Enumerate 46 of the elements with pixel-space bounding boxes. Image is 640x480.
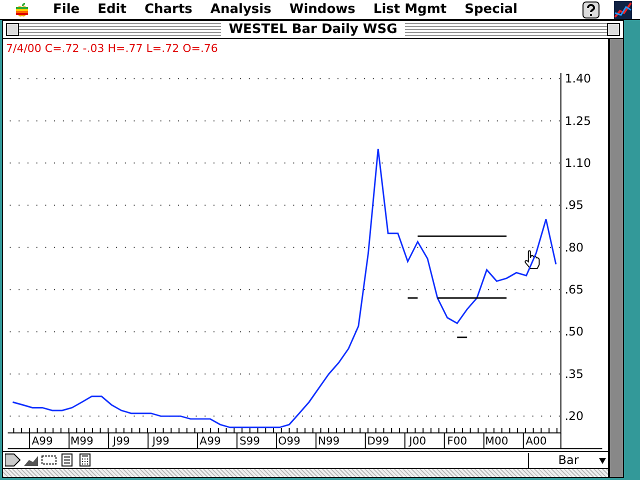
date-label: J99	[152, 434, 170, 448]
menu-item[interactable]: Analysis	[201, 2, 280, 17]
help-icon[interactable]	[582, 0, 600, 18]
axis-label: 1.25	[564, 114, 592, 128]
close-box[interactable]	[6, 23, 19, 36]
selection-icon[interactable]	[41, 453, 57, 468]
date-label: A99	[32, 434, 53, 448]
axis-label: .35	[564, 366, 584, 381]
chart-app-icon[interactable]	[614, 0, 632, 18]
menu-item[interactable]: List Mgmt	[364, 2, 456, 17]
trend-line	[457, 336, 468, 338]
axis-label: .65	[564, 282, 584, 296]
axis-label: 1.40	[564, 71, 592, 86]
tab-icon[interactable]	[5, 453, 21, 468]
axis-label: 1.10	[564, 156, 592, 170]
date-label: M99	[70, 434, 94, 448]
date-label: O99	[278, 434, 300, 448]
caret-icon	[599, 458, 606, 464]
date-label: S99	[239, 434, 260, 448]
axis-label: .50	[564, 324, 584, 338]
apple-logo-icon[interactable]	[14, 2, 30, 18]
calculator-icon[interactable]	[77, 453, 93, 468]
axis-label: .20	[564, 408, 584, 423]
date-label: A99	[200, 434, 221, 448]
date-label: F00	[447, 434, 468, 448]
menu-item[interactable]: Special	[456, 2, 527, 17]
page-icon[interactable]	[59, 453, 75, 468]
date-label: J99	[112, 434, 130, 448]
horizontal-scrollbar[interactable]	[3, 468, 608, 478]
hand-cursor-icon	[524, 250, 540, 269]
menu-item[interactable]: File	[44, 2, 89, 17]
axis-label: .80	[564, 240, 584, 254]
axis-label: .95	[564, 198, 584, 212]
date-label: J00	[409, 434, 426, 448]
date-label: A00	[526, 434, 547, 448]
menu-item[interactable]: Charts	[135, 2, 202, 17]
menu-item[interactable]: Edit	[88, 2, 136, 17]
trend-line	[408, 297, 418, 298]
window-title: WESTEL Bar Daily WSG	[220, 22, 406, 37]
date-label: N99	[318, 434, 340, 448]
quote-line: 7/4/00 C=.72 -.03 H=.77 L=.72 O=.76	[5, 41, 219, 56]
menu-item[interactable]: Windows	[280, 2, 364, 17]
trend-line	[437, 297, 507, 298]
date-label: D99	[367, 434, 390, 448]
date-label: M00	[485, 434, 508, 448]
zoom-box[interactable]	[606, 23, 620, 36]
